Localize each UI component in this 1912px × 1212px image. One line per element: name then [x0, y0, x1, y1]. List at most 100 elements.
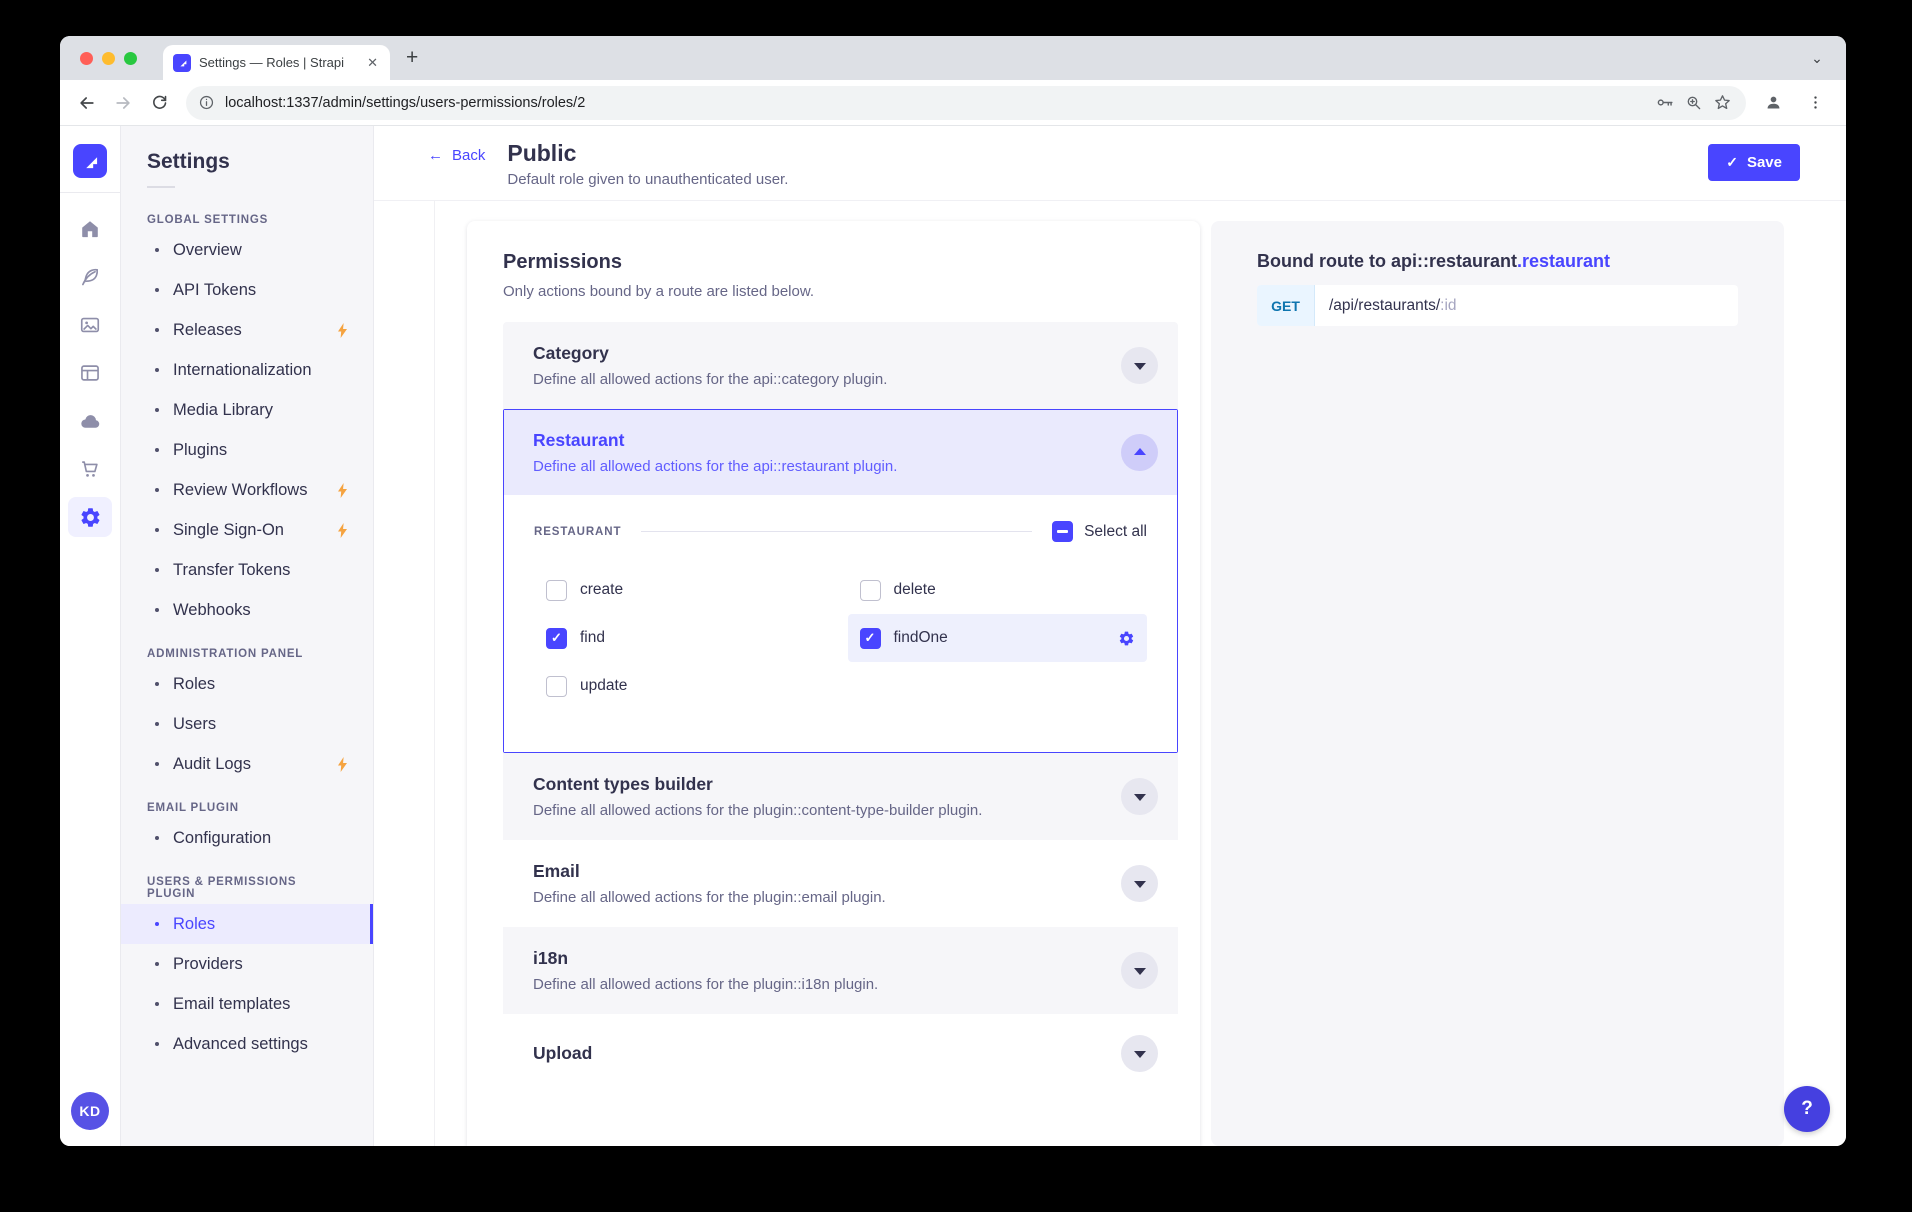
permissions-card: Permissions Only actions bound by a rout…: [467, 221, 1200, 1146]
zoom-in-icon[interactable]: [1685, 94, 1703, 112]
permission-create[interactable]: create: [534, 566, 834, 614]
tab-title: Settings — Roles | Strapi: [199, 55, 357, 70]
accordion-i18n[interactable]: i18n Define all allowed actions for the …: [503, 927, 1178, 1014]
sidebar-item-webhooks[interactable]: Webhooks: [121, 590, 373, 630]
sidebar-item-overview[interactable]: Overview: [121, 230, 373, 270]
browser-back-button[interactable]: [70, 86, 104, 120]
tab-search-chevron-icon[interactable]: ⌄: [1804, 47, 1830, 69]
checkbox-create[interactable]: [546, 580, 567, 601]
marketplace-cart-icon[interactable]: [68, 449, 112, 489]
permissions-title: Permissions: [503, 251, 1178, 274]
sidebar-item-configuration[interactable]: Configuration: [121, 818, 373, 858]
close-window-button[interactable]: [80, 52, 93, 65]
chevron-down-icon[interactable]: [1121, 865, 1158, 902]
sidebar-item-providers[interactable]: Providers: [121, 944, 373, 984]
accordion-email[interactable]: Email Define all allowed actions for the…: [503, 840, 1178, 927]
permission-delete[interactable]: delete: [848, 566, 1148, 614]
checkbox-find[interactable]: ✓: [546, 628, 567, 649]
toolbar-right-group: [1756, 86, 1832, 120]
zoom-window-button[interactable]: [124, 52, 137, 65]
layout-panel-icon[interactable]: [68, 353, 112, 393]
back-link[interactable]: ← Back: [428, 147, 485, 164]
sidebar-item-single-sign-on[interactable]: Single Sign-On: [121, 510, 373, 550]
browser-tab[interactable]: Settings — Roles | Strapi ✕: [163, 45, 390, 80]
page-header: ← Back Public Default role given to unau…: [374, 126, 1846, 201]
back-arrow-icon: ←: [428, 147, 443, 164]
url-bar[interactable]: localhost:1337/admin/settings/users-perm…: [186, 86, 1746, 120]
chevron-down-icon[interactable]: [1121, 347, 1158, 384]
sidebar-item-advanced-settings[interactable]: Advanced settings: [121, 1024, 373, 1064]
bound-route-title: Bound route to api::restaurant.restauran…: [1257, 251, 1738, 272]
chevron-up-icon[interactable]: [1121, 434, 1158, 471]
sidebar-title-rule: [147, 186, 175, 188]
kebab-menu-icon[interactable]: [1798, 86, 1832, 120]
group-divider: [641, 531, 1032, 532]
accordion-content-types-builder[interactable]: Content types builder Define all allowed…: [503, 753, 1178, 840]
accordion-upload[interactable]: Upload: [503, 1014, 1178, 1093]
minimize-window-button[interactable]: [102, 52, 115, 65]
sidebar-item-audit-logs[interactable]: Audit Logs: [121, 744, 373, 784]
bullet-icon: [155, 408, 159, 412]
section-global-settings: GLOBAL SETTINGS: [147, 214, 347, 226]
accordion-text: Category Define all allowed actions for …: [533, 343, 1121, 388]
permission-update[interactable]: update: [534, 662, 834, 710]
site-info-icon[interactable]: [198, 94, 215, 111]
strapi-logo-icon[interactable]: [73, 144, 107, 178]
accordion-restaurant-expanded: Restaurant Define all allowed actions fo…: [503, 409, 1178, 753]
save-button[interactable]: ✓ Save: [1708, 144, 1800, 181]
sidebar-item-internationalization[interactable]: Internationalization: [121, 350, 373, 390]
sidebar-item-transfer-tokens[interactable]: Transfer Tokens: [121, 550, 373, 590]
sidebar-title: Settings: [147, 150, 373, 174]
sidebar-item-api-tokens[interactable]: API Tokens: [121, 270, 373, 310]
bullet-icon: [155, 608, 159, 612]
accordion-restaurant-header[interactable]: Restaurant Define all allowed actions fo…: [504, 410, 1177, 495]
media-library-icon[interactable]: [68, 305, 112, 345]
macos-traffic-lights: [80, 52, 137, 65]
new-tab-button[interactable]: +: [406, 46, 418, 70]
cloud-icon[interactable]: [68, 401, 112, 441]
checkbox-update[interactable]: [546, 676, 567, 697]
permissions-grid: create delete ✓ find: [534, 566, 1147, 710]
rail-divider: [60, 192, 120, 193]
settings-gear-icon[interactable]: [68, 497, 112, 537]
checkbox-delete[interactable]: [860, 580, 881, 601]
browser-reload-button[interactable]: [142, 86, 176, 120]
sidebar-item-releases[interactable]: Releases: [121, 310, 373, 350]
permission-findone[interactable]: ✓ findOne: [848, 614, 1148, 662]
content-type-builder-feather-icon[interactable]: [68, 257, 112, 297]
user-avatar[interactable]: KD: [71, 1092, 109, 1130]
password-key-icon[interactable]: [1656, 93, 1675, 112]
accordion-category[interactable]: Category Define all allowed actions for …: [503, 322, 1178, 409]
home-icon[interactable]: [68, 209, 112, 249]
content-row: Permissions Only actions bound by a rout…: [434, 201, 1784, 1146]
profile-avatar-icon[interactable]: [1756, 86, 1790, 120]
permission-find[interactable]: ✓ find: [534, 614, 834, 662]
help-button[interactable]: ?: [1784, 1086, 1830, 1132]
settings-gear-icon[interactable]: [1118, 630, 1135, 647]
bookmark-star-icon[interactable]: [1713, 93, 1732, 112]
lightning-icon: [336, 757, 349, 772]
browser-forward-button[interactable]: [106, 86, 140, 120]
restaurant-group-row: RESTAURANT Select all: [534, 521, 1147, 542]
chevron-down-icon[interactable]: [1121, 778, 1158, 815]
tab-close-icon[interactable]: ✕: [365, 55, 380, 71]
route-display[interactable]: GET /api/restaurants/:id: [1257, 285, 1738, 326]
sidebar-item-plugins[interactable]: Plugins: [121, 430, 373, 470]
sidebar-item-media-library[interactable]: Media Library: [121, 390, 373, 430]
select-all-checkbox[interactable]: [1052, 521, 1073, 542]
sidebar-item-users[interactable]: Users: [121, 704, 373, 744]
section-users-permissions-plugin: USERS & PERMISSIONS PLUGIN: [147, 876, 347, 900]
sidebar-item-email-templates[interactable]: Email templates: [121, 984, 373, 1024]
check-icon: ✓: [1726, 154, 1738, 171]
sidebar-item-up-roles[interactable]: Roles: [121, 904, 373, 944]
sidebar-item-review-workflows[interactable]: Review Workflows: [121, 470, 373, 510]
strapi-favicon-icon: [173, 54, 191, 72]
checkbox-findone[interactable]: ✓: [860, 628, 881, 649]
select-all-control[interactable]: Select all: [1052, 521, 1147, 542]
bullet-icon: [155, 962, 159, 966]
accordion-list: Category Define all allowed actions for …: [503, 322, 1178, 1093]
chevron-down-icon[interactable]: [1121, 952, 1158, 989]
sidebar-item-admin-roles[interactable]: Roles: [121, 664, 373, 704]
lightning-icon: [336, 483, 349, 498]
chevron-down-icon[interactable]: [1121, 1035, 1158, 1072]
